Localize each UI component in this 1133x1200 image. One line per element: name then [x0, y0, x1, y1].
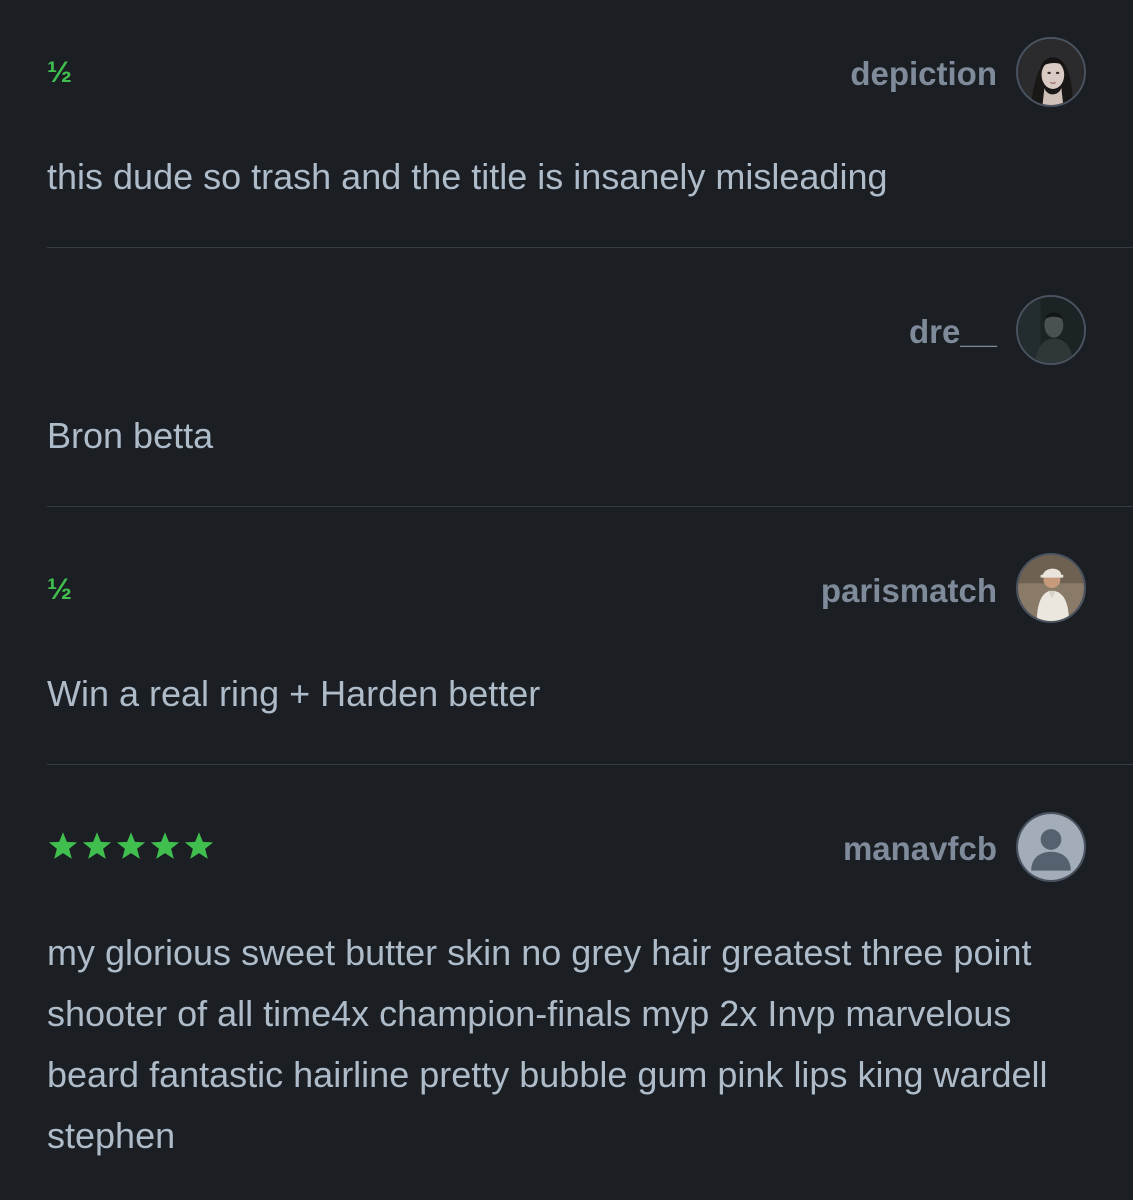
review-item: dre__ Bron betta — [47, 248, 1133, 506]
review-author[interactable]: parismatch — [821, 571, 997, 611]
star-icon — [183, 831, 215, 862]
review-text: my glorious sweet butter skin no grey ha… — [47, 932, 1048, 1156]
default-user-icon[interactable] — [1016, 812, 1086, 882]
review-text: Win a real ring + Harden better — [47, 673, 541, 714]
review-item: ½ depiction this dude so trash and the t… — [47, 0, 1133, 247]
rating-half-star: ½ — [47, 573, 73, 606]
star-rating — [47, 831, 215, 862]
review-text: Bron betta — [47, 415, 214, 456]
review-author[interactable]: manavfcb — [843, 829, 997, 869]
user-avatar-icon[interactable] — [1016, 295, 1086, 365]
star-icon — [149, 831, 181, 862]
review-item: ½ parismatch Win a real ring + Harden be… — [47, 507, 1133, 764]
star-icon — [81, 831, 113, 862]
review-author[interactable]: dre__ — [909, 312, 997, 352]
review-text: this dude so trash and the title is insa… — [47, 156, 888, 197]
review-item: manavfcb my glorious sweet butter skin n… — [47, 765, 1133, 1200]
rating-half-star: ½ — [47, 56, 73, 89]
star-icon — [47, 831, 79, 862]
user-avatar-icon[interactable] — [1016, 37, 1086, 107]
review-author[interactable]: depiction — [850, 54, 997, 94]
user-avatar-icon[interactable] — [1016, 553, 1086, 623]
star-icon — [115, 831, 147, 862]
